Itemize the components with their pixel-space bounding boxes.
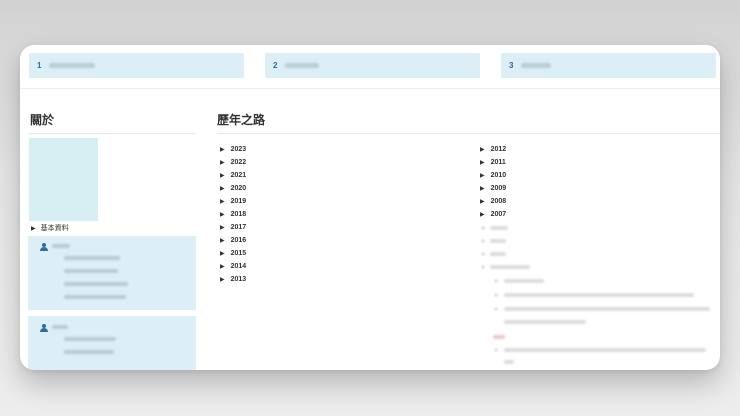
year-item[interactable]: ▶ 2015 [220,250,246,257]
basic-info-toggle[interactable]: ▶ 基本資料 [31,223,69,233]
redacted-text [504,360,514,364]
year-item[interactable]: ▶ 2007 [480,211,506,218]
about-heading: 關於 [30,113,55,127]
profile-photo-placeholder [29,138,98,221]
year-item[interactable]: ▶ 2012 [480,146,506,153]
redacted-highlight [493,335,505,339]
triangle-right-icon: ▶ [220,147,225,153]
info-box [28,316,196,370]
year-item[interactable]: ▶ 2022 [220,159,246,166]
triangle-right-icon: ▶ [220,160,225,166]
year-item[interactable]: ▶ 2009 [480,185,506,192]
year-item[interactable]: ▶ 2016 [220,237,246,244]
year-item[interactable]: ▶ 2008 [480,198,506,205]
step-tab-3[interactable]: 3 [501,53,716,78]
step-tabs: 1 2 3 [20,53,720,83]
main-card: 1 2 3 關於 ▶ 基本資料 歷年之路 ▶ 2023 ▶ 2022 ▶ 202… [20,45,720,370]
triangle-right-icon: ▶ [480,212,485,218]
redacted-text [490,265,530,269]
redacted-text [64,337,116,341]
year-item[interactable]: ▶ 2019 [220,198,246,205]
bullet-dot [494,279,498,283]
triangle-right-icon: ▶ [220,264,225,270]
bullet-dot [481,265,485,269]
triangle-right-icon: ▶ [220,251,225,257]
year-item[interactable]: ▶ 2011 [480,159,506,166]
step-number: 1 [37,61,42,70]
triangle-right-icon: ▶ [220,225,225,231]
bullet-dot [494,307,498,311]
bullet-dot [481,252,485,256]
triangle-right-icon: ▶ [480,147,485,153]
step-number: 3 [509,61,514,70]
redacted-text [504,348,706,352]
history-heading: 歷年之路 [217,113,266,127]
redacted-text [490,239,506,243]
bullet-dot [481,239,485,243]
triangle-right-icon: ▶ [480,186,485,192]
triangle-right-icon: ▶ [220,212,225,218]
triangle-right-icon: ▶ [31,225,36,232]
year-item[interactable]: ▶ 2021 [220,172,246,179]
year-item[interactable]: ▶ 2017 [220,224,246,231]
redacted-text [64,256,120,260]
redacted-text [52,244,70,248]
year-item[interactable]: ▶ 2010 [480,172,506,179]
redacted-text [52,325,68,329]
step-tab-2[interactable]: 2 [265,53,480,78]
year-item[interactable]: ▶ 2014 [220,263,246,270]
bullet-dot [481,226,485,230]
year-item[interactable]: ▶ 2018 [220,211,246,218]
info-box [28,236,196,310]
about-divider [29,133,195,134]
redacted-text [64,282,128,286]
year-item[interactable]: ▶ 2020 [220,185,246,192]
triangle-right-icon: ▶ [480,199,485,205]
step-label-redacted [521,63,551,68]
redacted-text [490,226,508,230]
bullet-dot [494,293,498,297]
triangle-right-icon: ▶ [220,199,225,205]
redacted-text [504,320,586,324]
year-item[interactable]: ▶ 2013 [220,276,246,283]
triangle-right-icon: ▶ [480,173,485,179]
bullet-dot [494,348,498,352]
step-tab-1[interactable]: 1 [29,53,244,78]
triangle-right-icon: ▶ [220,277,225,283]
basic-info-label: 基本資料 [40,225,69,232]
step-label-redacted [49,63,95,68]
triangle-right-icon: ▶ [480,160,485,166]
step-number: 2 [273,61,278,70]
step-label-redacted [285,63,319,68]
redacted-text [504,293,694,297]
redacted-text [504,307,710,311]
triangle-right-icon: ▶ [220,173,225,179]
triangle-right-icon: ▶ [220,186,225,192]
history-divider [217,133,720,134]
redacted-text [64,295,126,299]
redacted-text [504,279,544,283]
header-divider [20,88,720,89]
redacted-text [64,269,118,273]
redacted-text [490,252,506,256]
redacted-text [64,350,114,354]
year-item[interactable]: ▶ 2023 [220,146,246,153]
triangle-right-icon: ▶ [220,238,225,244]
